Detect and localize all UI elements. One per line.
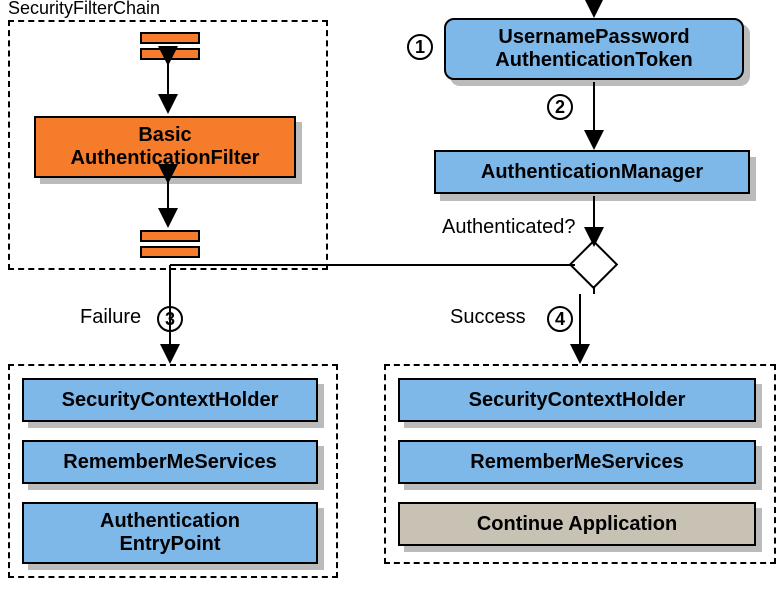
failure-remembermeservices-box: RememberMeServices (22, 440, 318, 484)
failure-panel: SecurityContextHolder RememberMeServices… (8, 364, 338, 578)
security-filter-chain-panel: Basic AuthenticationFilter (8, 20, 328, 270)
panel-title: SecurityFilterChain (8, 0, 160, 19)
manager-label: AuthenticationManager (436, 161, 748, 184)
pipeline-bar (140, 48, 200, 60)
failure-a-label: SecurityContextHolder (24, 389, 316, 412)
authentication-manager-box: AuthenticationManager (434, 150, 750, 194)
success-panel: SecurityContextHolder RememberMeServices… (384, 364, 776, 564)
pipeline-bar (140, 32, 200, 44)
token-line2: AuthenticationToken (446, 49, 742, 72)
failure-c-line1: Authentication (24, 510, 316, 533)
failure-securitycontextholder-box: SecurityContextHolder (22, 378, 318, 422)
pipeline-bar (140, 246, 200, 258)
badge-2: 2 (547, 94, 573, 120)
success-securitycontextholder-box: SecurityContextHolder (398, 378, 756, 422)
failure-c-line2: EntryPoint (24, 533, 316, 556)
decision-label: Authenticated? (442, 216, 575, 239)
basic-authentication-filter-box: Basic AuthenticationFilter (34, 116, 296, 178)
success-a-label: SecurityContextHolder (400, 389, 754, 412)
filter-label-line2: AuthenticationFilter (36, 147, 294, 170)
token-line1: UsernamePassword (446, 26, 742, 49)
pipeline-bar (140, 230, 200, 242)
success-b-label: RememberMeServices (400, 451, 754, 474)
failure-authentication-entrypoint-box: Authentication EntryPoint (22, 502, 318, 564)
success-remembermeservices-box: RememberMeServices (398, 440, 756, 484)
failure-b-label: RememberMeServices (24, 451, 316, 474)
filter-label-line1: Basic (36, 124, 294, 147)
username-password-token-box: UsernamePassword AuthenticationToken (444, 18, 744, 80)
success-label: Success (450, 306, 526, 329)
badge-3: 3 (157, 306, 183, 332)
success-continue-application-box: Continue Application (398, 502, 756, 546)
success-c-label: Continue Application (400, 513, 754, 536)
badge-4: 4 (547, 306, 573, 332)
badge-1: 1 (407, 34, 433, 60)
failure-label: Failure (80, 306, 141, 329)
decision-diamond (569, 240, 618, 289)
